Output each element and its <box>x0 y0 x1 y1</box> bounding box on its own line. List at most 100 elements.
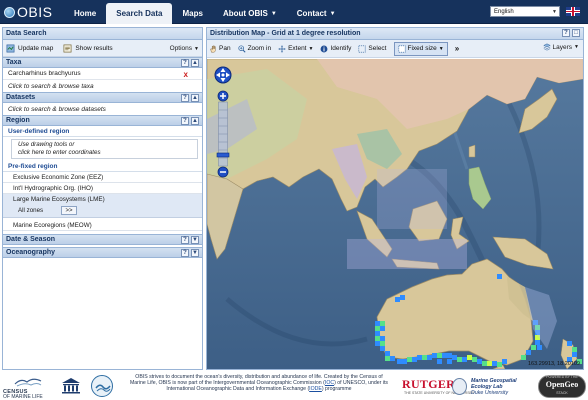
zone-option-lme[interactable]: Large Marine Ecosystems (LME) <box>3 194 202 205</box>
ioc-link[interactable]: IOC <box>325 380 334 386</box>
help-icon[interactable]: ? <box>181 236 189 244</box>
zone-option-eez[interactable]: Exclusive Economic Zone (EEZ) <box>3 172 202 183</box>
world-map[interactable] <box>207 59 583 369</box>
select-button[interactable]: Select <box>358 42 387 56</box>
obis-logo[interactable]: OBIS <box>4 3 52 21</box>
fixed-size-label: Fixed size <box>407 45 437 52</box>
nav-home-label: Home <box>74 9 97 18</box>
pan-control[interactable] <box>214 66 232 84</box>
nav-about-obis[interactable]: About OBIS ▼ <box>213 3 287 24</box>
ioc-logo[interactable] <box>91 375 113 397</box>
footer: CENSUS OF MARINE LIFE OBIS strives to do… <box>0 372 588 400</box>
unesco-logo[interactable] <box>60 377 82 395</box>
lme-overlay <box>347 239 467 269</box>
zoom-slider-handle <box>216 152 230 158</box>
magnifier-plus-icon <box>238 44 246 53</box>
nav-search-data[interactable]: Search Data <box>106 3 173 24</box>
extent-menu-button[interactable]: Extent ▼ <box>278 42 313 56</box>
browse-taxa-link[interactable]: Click to search & browse taxa <box>3 80 202 92</box>
update-map-button[interactable]: Update map <box>6 44 53 53</box>
caret-down-icon: ▼ <box>438 45 444 52</box>
collapse-icon[interactable]: ▲ <box>191 94 199 102</box>
datasets-section-header[interactable]: Datasets ? ▲ <box>3 92 202 103</box>
data-search-panel: Data Search Update map Show results Opti… <box>2 27 203 370</box>
browse-datasets-link[interactable]: Click to search & browse datasets <box>3 103 202 115</box>
nav-about-label: About OBIS <box>222 9 268 18</box>
zoom-in-control[interactable] <box>217 90 229 102</box>
globe-icon <box>4 6 15 18</box>
date-season-section-header[interactable]: Date & Season ? ▼ <box>3 234 202 245</box>
nav-maps-label: Maps <box>182 9 203 18</box>
nav-maps[interactable]: Maps <box>172 3 212 24</box>
maximize-icon[interactable]: □ <box>572 29 580 37</box>
more-tools-button[interactable]: » <box>455 42 459 56</box>
identify-label: Identify <box>330 45 352 52</box>
select-label: Select <box>368 45 387 52</box>
lme-zone-select[interactable]: All zones <box>15 206 61 215</box>
ioc-wave-icon <box>95 384 111 392</box>
extent-arrows-icon <box>278 44 286 53</box>
language-selected: English <box>494 8 514 15</box>
caret-down-icon: ▼ <box>574 44 579 50</box>
nav-search-data-label: Search Data <box>116 9 163 18</box>
language-select[interactable]: English ▼ <box>490 6 560 17</box>
distribution-map-panel: Distribution Map - Grid at 1 degree reso… <box>206 27 584 370</box>
taxa-section-header[interactable]: Taxa ? ▲ <box>3 57 202 68</box>
fixed-size-icon <box>397 44 406 53</box>
zone-option-meow[interactable]: Marine Ecoregions (MEOW) <box>3 220 202 231</box>
options-label: Options <box>169 45 193 52</box>
map-canvas[interactable]: 163.29913, 18.20109 <box>207 59 583 369</box>
expand-icon[interactable]: ▼ <box>191 236 199 244</box>
nav-home[interactable]: Home <box>64 3 106 24</box>
map-navigation-control <box>213 65 233 187</box>
help-icon[interactable]: ? <box>181 94 189 102</box>
panel-title: Data Search <box>3 28 202 40</box>
taiwan-landmass <box>468 144 476 158</box>
info-icon <box>321 45 328 52</box>
opengeo-logo[interactable]: POWERED BY THE OpenGeo STACK <box>538 375 586 398</box>
iode-link[interactable]: IODE <box>309 386 322 392</box>
zoom-out-control[interactable] <box>217 166 229 178</box>
results-icon <box>63 44 72 52</box>
layers-icon <box>542 43 551 51</box>
help-icon[interactable]: ? <box>181 249 189 257</box>
update-map-label: Update map <box>18 44 54 52</box>
census-of-marine-life-logo[interactable]: CENSUS OF MARINE LIFE <box>3 376 51 400</box>
zoom-slider[interactable] <box>213 65 233 185</box>
draw-hint-line1: Use drawing tools or <box>18 141 75 148</box>
fixed-size-toggle[interactable]: Fixed size ▼ <box>393 41 448 56</box>
opengeo-text: OpenGeo <box>545 380 579 389</box>
mgel-duke-logo[interactable]: Marine Geospatial Ecology Lab Duke Unive… <box>452 376 528 398</box>
temple-icon <box>62 378 80 394</box>
options-menu-button[interactable]: Options ▼ <box>170 45 199 52</box>
enter-coordinates-box[interactable]: Use drawing tools or click here to enter… <box>11 139 198 159</box>
help-icon[interactable]: ? <box>181 117 189 125</box>
lme-apply-button[interactable]: >> <box>61 206 77 215</box>
lme-option-group: Large Marine Ecosystems (LME) All zones … <box>3 194 202 218</box>
uk-flag-icon[interactable] <box>566 7 580 16</box>
remove-taxon-icon[interactable]: x <box>184 70 188 79</box>
oceanography-section-header[interactable]: Oceanography ? ▼ <box>3 247 202 258</box>
help-icon[interactable]: ? <box>562 29 570 37</box>
identify-button[interactable]: Identify <box>320 42 351 56</box>
layers-menu-button[interactable]: Layers ▼ <box>542 43 579 51</box>
region-section-header[interactable]: Region ? ▲ <box>3 115 202 126</box>
footer-text-post: ) programme <box>321 386 352 393</box>
help-icon[interactable]: ? <box>181 59 189 67</box>
main-nav: Home Search Data Maps About OBIS ▼ Contac… <box>64 3 346 24</box>
duke-emblem-icon <box>452 378 467 395</box>
collapse-icon[interactable]: ▲ <box>191 59 199 67</box>
map-toolbar: Pan Zoom in Extent ▼ Identify Select Fix… <box>207 40 583 58</box>
layers-label: Layers <box>552 43 573 51</box>
zoom-in-button[interactable]: Zoom in <box>238 42 271 56</box>
collapse-icon[interactable]: ▲ <box>191 117 199 125</box>
oceanography-heading: Oceanography <box>6 249 56 256</box>
show-results-button[interactable]: Show results <box>63 44 113 53</box>
expand-icon[interactable]: ▼ <box>191 249 199 257</box>
chevron-down-icon: ▼ <box>552 8 557 15</box>
refresh-map-icon <box>6 44 15 52</box>
nav-contact[interactable]: Contact ▼ <box>287 3 346 24</box>
zone-option-iho[interactable]: Int'l Hydrographic Org. (IHO) <box>3 183 202 194</box>
pan-button[interactable]: Pan <box>209 42 231 56</box>
logo-text: OBIS <box>17 4 53 20</box>
